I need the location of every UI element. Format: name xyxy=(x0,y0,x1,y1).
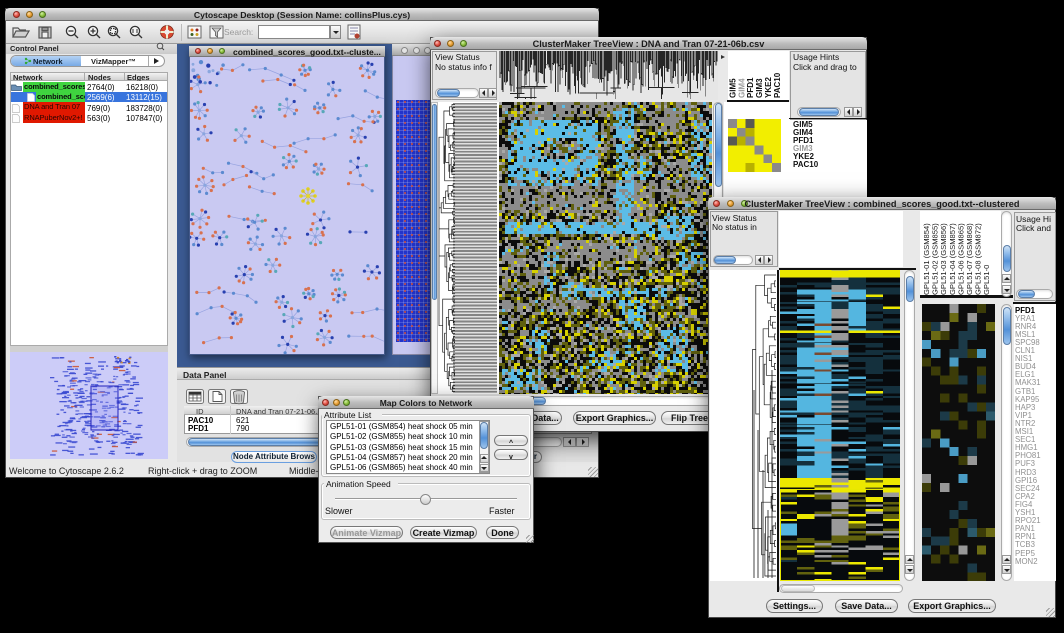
svg-text:GIM3: GIM3 xyxy=(755,78,764,98)
svg-text:PAC10: PAC10 xyxy=(773,72,782,98)
svg-text:GIM4: GIM4 xyxy=(737,78,746,98)
svg-text:YKE2: YKE2 xyxy=(764,77,773,98)
svg-text:PFD1: PFD1 xyxy=(746,77,755,98)
svg-text:GIM5: GIM5 xyxy=(729,78,738,98)
